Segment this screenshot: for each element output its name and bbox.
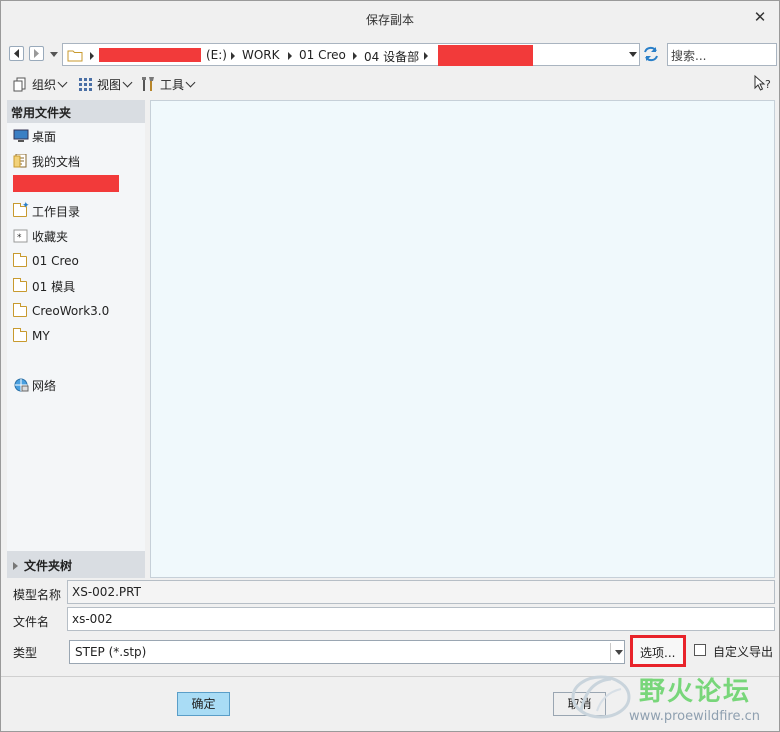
chevron-down-icon [185,77,196,87]
sidebar-item-label: 我的文档 [32,154,81,169]
sidebar-header: 常用文件夹 [7,100,145,123]
documents-icon [13,154,27,168]
type-select[interactable]: STEP (*.stp) [69,640,625,664]
forward-button[interactable] [29,46,44,61]
redacted-breadcrumb [99,48,201,62]
folder-icon [13,253,29,268]
title-bar: 保存副本 ✕ [1,1,779,35]
sidebar-item-01-creo[interactable]: 01 Creo [13,252,79,270]
breadcrumb-creo[interactable]: 01 Creo [299,48,346,62]
address-dropdown-icon[interactable] [629,52,637,57]
context-help-icon[interactable]: ? [753,74,773,92]
arrow-left-icon [14,49,19,58]
organize-label: 组织 [32,77,57,92]
redacted-sidebar-item [13,175,119,192]
organize-icon [13,77,26,91]
view-icon [79,77,92,91]
sidebar: 常用文件夹 桌面 我的文档 ✦ 工作目录 * 收藏夹 01 Creo 01 模具… [7,100,145,578]
close-icon[interactable]: ✕ [751,8,769,26]
folder-icon [13,278,29,293]
options-button[interactable]: 选项... [630,635,686,667]
history-dropdown-icon[interactable] [50,52,58,57]
model-name-field: XS-002.PRT [67,580,775,604]
breadcrumb-separator-icon [353,52,357,60]
chevron-down-icon [57,77,68,87]
address-bar[interactable]: (E:) WORK 01 Creo 04 设备部 [62,43,640,66]
refresh-icon[interactable] [642,45,660,63]
ok-button[interactable]: 确定 [177,692,230,716]
file-name-label: 文件名 [13,615,50,629]
back-button[interactable] [9,46,24,61]
breadcrumb-dept[interactable]: 04 设备部 [364,48,419,65]
sidebar-item-creowork[interactable]: CreoWork3.0 [13,302,109,320]
sidebar-item-my[interactable]: MY [13,327,50,345]
sidebar-item-label: 01 Creo [32,254,79,268]
sidebar-item-workdir[interactable]: ✦ 工作目录 [13,201,81,220]
view-label: 视图 [97,77,122,92]
folder-icon [13,303,29,318]
file-name-input[interactable]: xs-002 [67,607,775,631]
custom-export-checkbox[interactable] [694,644,706,656]
view-menu[interactable]: 视图 [78,74,133,94]
desktop-icon [13,129,29,142]
redacted-breadcrumb [438,45,533,66]
tools-menu[interactable]: 工具 [141,74,196,94]
tools-label: 工具 [160,77,185,92]
breadcrumb-separator-icon [288,52,292,60]
svg-text:*: * [17,233,22,243]
workdir-icon: ✦ [13,201,30,218]
breadcrumb-work[interactable]: WORK [242,48,280,62]
folder-tree-toggle[interactable]: 文件夹树 [7,551,145,578]
sidebar-item-favorites[interactable]: * 收藏夹 [13,227,68,245]
breadcrumb-drive[interactable]: (E:) [206,48,227,62]
chevron-down-icon [615,650,623,655]
expand-icon [13,562,18,570]
model-name-label: 模型名称 [13,588,62,602]
breadcrumb-separator-icon [90,52,94,60]
watermark: 野火论坛 www.proewildfire.cn [567,665,777,731]
folder-icon [67,50,83,62]
tools-icon [142,77,154,91]
sidebar-item-network[interactable]: 网络 [13,376,56,394]
watermark-url: www.proewildfire.cn [629,709,760,724]
save-copy-dialog: 保存副本 ✕ (E:) WORK 01 Creo 04 设备部 搜索... 组织… [0,0,780,732]
file-list[interactable] [150,100,775,578]
sidebar-item-label: CreoWork3.0 [32,304,110,318]
search-input[interactable]: 搜索... [667,43,777,66]
sidebar-item-desktop[interactable]: 桌面 [13,127,56,145]
chevron-down-icon [122,77,133,87]
breadcrumb-separator-icon [231,52,235,60]
sidebar-item-01-mold[interactable]: 01 模具 [13,277,75,295]
select-divider [610,643,611,661]
folder-icon [13,328,29,343]
sidebar-item-documents[interactable]: 我的文档 [13,152,80,170]
sidebar-item-label: 收藏夹 [32,229,69,244]
sidebar-item-label: MY [32,329,50,343]
custom-export-label: 自定义导出 [713,645,774,659]
breadcrumb-separator-icon [424,52,428,60]
network-icon [14,378,29,392]
options-label: 选项... [640,646,676,660]
watermark-logo-icon [571,675,631,719]
folder-tree-label: 文件夹树 [24,559,73,573]
sidebar-item-label: 工作目录 [32,204,81,219]
sidebar-item-label: 01 模具 [32,279,76,294]
favorites-icon: * [13,229,28,243]
svg-text:?: ? [765,78,771,91]
sidebar-item-label: 网络 [32,378,57,393]
watermark-title: 野火论坛 [639,677,752,707]
sidebar-item-label: 桌面 [32,129,57,144]
window-title: 保存副本 [365,13,414,27]
type-value: STEP (*.stp) [75,645,147,659]
organize-menu[interactable]: 组织 [13,74,68,94]
type-label: 类型 [13,646,38,660]
arrow-right-icon [34,49,39,58]
